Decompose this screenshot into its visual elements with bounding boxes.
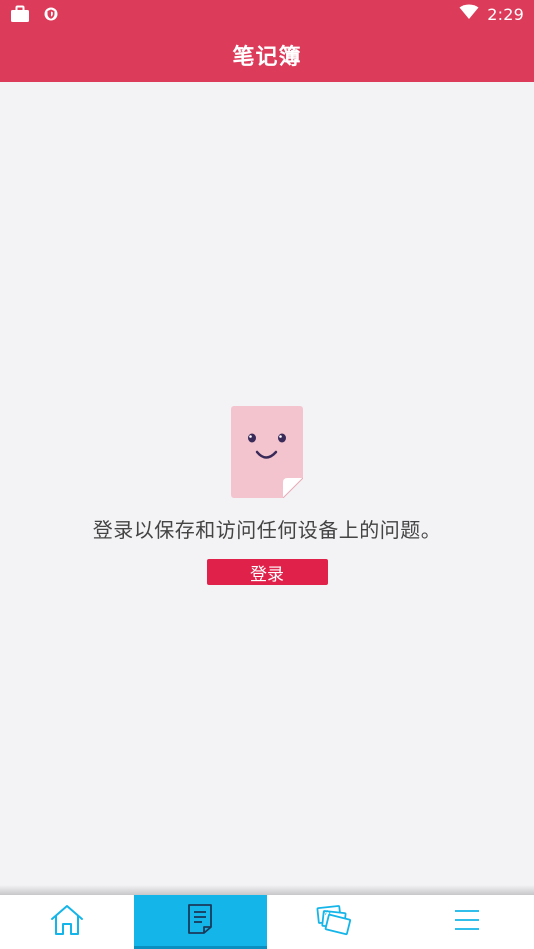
status-left xyxy=(10,5,58,27)
nav-item-notebook[interactable] xyxy=(133,895,267,949)
status-bar: 2:29 xyxy=(0,0,534,28)
empty-state: 登录以保存和访问任何设备上的问题。 登录 xyxy=(0,406,534,585)
page-title: 笔记簿 xyxy=(232,45,302,70)
wifi-icon xyxy=(459,4,479,24)
smiling-document-icon xyxy=(231,406,304,502)
login-button[interactable]: 登录 xyxy=(206,559,328,585)
nav-item-menu[interactable] xyxy=(401,895,534,949)
app-header: 笔记簿 xyxy=(0,28,534,82)
home-icon xyxy=(50,904,84,940)
status-right: 2:29 xyxy=(459,4,524,24)
briefcase-icon xyxy=(10,5,30,27)
shield-icon xyxy=(44,6,58,26)
screen: 2:29 笔记簿 登录以保存和访问任何设备上的问题。 登录 √x xyxy=(0,0,534,949)
notebook-icon xyxy=(187,903,213,939)
nav-item-home[interactable] xyxy=(0,895,134,949)
empty-state-message: 登录以保存和访问任何设备上的问题。 xyxy=(92,518,442,542)
status-time: 2:29 xyxy=(487,4,524,24)
bottom-nav: √x xyxy=(0,895,534,949)
nav-item-flashcards[interactable]: √x xyxy=(267,895,401,949)
nav-shadow xyxy=(0,885,534,895)
menu-icon xyxy=(453,908,481,936)
svg-text:√x: √x xyxy=(324,910,332,917)
flashcards-icon: √x xyxy=(316,904,352,940)
